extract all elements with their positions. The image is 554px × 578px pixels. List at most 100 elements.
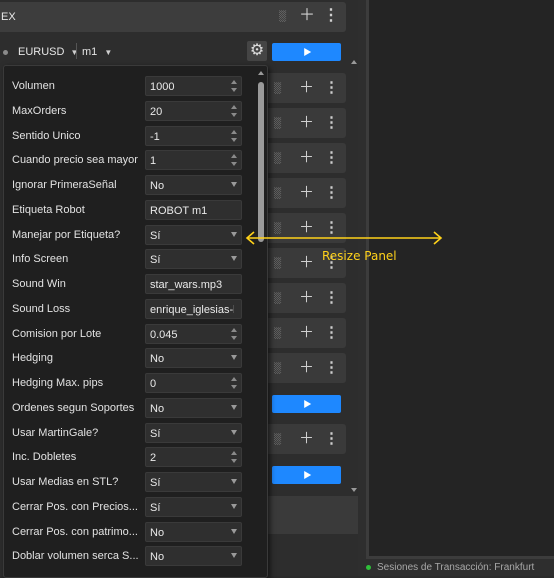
binoculars-icon[interactable]: ░ xyxy=(274,291,281,307)
timeframe-select[interactable]: m1 ▼ xyxy=(82,46,112,58)
spinner-icon[interactable] xyxy=(231,104,238,119)
binoculars-icon[interactable]: ░ xyxy=(274,256,281,272)
more-vertical-icon[interactable]: ⋮ xyxy=(324,80,339,96)
more-vertical-icon[interactable]: ⋮ xyxy=(324,290,339,306)
decrement-icon[interactable] xyxy=(231,162,237,167)
list-item[interactable]: ░ ＋ ⋮ xyxy=(266,283,346,313)
decrement-icon[interactable] xyxy=(231,385,237,389)
plus-icon[interactable]: ＋ xyxy=(299,80,314,96)
plus-icon[interactable]: ＋ xyxy=(299,150,314,166)
more-vertical-icon[interactable]: ⋮ xyxy=(323,8,339,24)
list-item[interactable]: ░ ＋ ⋮ xyxy=(266,424,346,454)
param-select[interactable]: No xyxy=(145,348,242,369)
increment-icon[interactable] xyxy=(231,154,237,159)
play-button[interactable] xyxy=(272,43,341,61)
param-input[interactable]: star_wars.mp3 xyxy=(145,274,242,294)
param-stepper[interactable]: 0 xyxy=(145,373,242,393)
param-select[interactable]: Sí xyxy=(145,496,242,517)
chevron-down-icon[interactable] xyxy=(231,182,237,187)
param-select[interactable]: Sí xyxy=(145,224,242,245)
chevron-down-icon[interactable] xyxy=(231,355,237,361)
increment-icon[interactable] xyxy=(231,104,237,109)
param-stepper[interactable]: 0.045 xyxy=(145,323,242,344)
decrement-icon[interactable] xyxy=(231,335,237,340)
chevron-down-icon[interactable] xyxy=(231,553,237,559)
more-vertical-icon[interactable]: ⋮ xyxy=(324,431,339,447)
plus-icon[interactable]: ＋ xyxy=(299,290,314,306)
binoculars-icon[interactable]: ░ xyxy=(274,9,290,25)
increment-icon[interactable] xyxy=(231,129,237,134)
chevron-down-icon[interactable] xyxy=(231,503,237,509)
plus-icon[interactable]: ＋ xyxy=(299,185,314,201)
param-input[interactable]: enrique_iglesias-ba xyxy=(145,298,242,319)
more-vertical-icon[interactable]: ⋮ xyxy=(324,150,339,166)
increment-icon[interactable] xyxy=(231,327,237,332)
list-scrollbar[interactable] xyxy=(350,60,358,492)
decrement-icon[interactable] xyxy=(231,459,237,464)
param-select[interactable]: Sí xyxy=(145,249,242,270)
list-item[interactable]: ░ ＋ ⋮ xyxy=(266,108,346,138)
param-stepper[interactable]: 1 xyxy=(145,150,242,171)
chevron-down-icon[interactable] xyxy=(231,528,237,534)
scroll-up-icon[interactable] xyxy=(351,60,357,64)
play-button[interactable] xyxy=(272,466,341,484)
binoculars-icon[interactable]: ░ xyxy=(274,326,281,342)
decrement-icon[interactable] xyxy=(231,137,237,142)
binoculars-icon[interactable]: ░ xyxy=(274,116,281,132)
plus-icon[interactable]: ＋ xyxy=(299,255,314,271)
plus-icon[interactable]: ＋ xyxy=(299,8,315,24)
settings-gear-icon[interactable]: ⚙ xyxy=(247,41,267,61)
binoculars-icon[interactable]: ░ xyxy=(274,361,281,377)
spinner-icon[interactable] xyxy=(231,79,238,94)
decrement-icon[interactable] xyxy=(231,112,237,117)
binoculars-icon[interactable]: ░ xyxy=(274,151,281,167)
increment-icon[interactable] xyxy=(231,451,237,456)
list-item[interactable]: ░ ＋ ⋮ xyxy=(266,73,346,103)
chevron-down-icon[interactable] xyxy=(231,404,237,410)
param-select[interactable]: No xyxy=(145,397,242,418)
more-vertical-icon[interactable]: ⋮ xyxy=(324,185,339,201)
spinner-icon[interactable] xyxy=(231,129,238,144)
param-stepper[interactable]: 20 xyxy=(145,100,242,121)
param-stepper[interactable]: 2 xyxy=(145,447,242,468)
plus-icon[interactable]: ＋ xyxy=(299,115,314,131)
param-select[interactable]: No xyxy=(145,521,242,542)
param-stepper[interactable]: 1000 xyxy=(145,76,242,96)
scroll-up-icon[interactable] xyxy=(258,71,264,75)
scroll-down-icon[interactable] xyxy=(351,488,357,492)
scroll-thumb[interactable] xyxy=(258,82,264,242)
spinner-icon[interactable] xyxy=(231,376,238,391)
chevron-down-icon[interactable] xyxy=(231,256,237,262)
increment-icon[interactable] xyxy=(231,377,237,381)
more-vertical-icon[interactable]: ⋮ xyxy=(324,360,339,376)
chevron-down-icon[interactable] xyxy=(231,479,237,484)
list-item[interactable]: ░ ＋ ⋮ xyxy=(266,178,346,208)
param-select[interactable]: Sí xyxy=(145,422,242,443)
more-vertical-icon[interactable]: ⋮ xyxy=(324,325,339,341)
plus-icon[interactable]: ＋ xyxy=(299,360,314,376)
list-item[interactable]: ░ ＋ ⋮ xyxy=(266,143,346,173)
binoculars-icon[interactable]: ░ xyxy=(274,81,281,97)
binoculars-icon[interactable]: ░ xyxy=(274,186,281,202)
more-vertical-icon[interactable]: ⋮ xyxy=(324,115,339,131)
chevron-down-icon[interactable] xyxy=(231,231,237,237)
chevron-down-icon[interactable] xyxy=(231,429,237,435)
param-select[interactable]: No xyxy=(145,175,242,195)
plus-icon[interactable]: ＋ xyxy=(299,325,314,341)
spinner-icon[interactable] xyxy=(231,153,238,168)
spinner-icon[interactable] xyxy=(231,450,238,465)
list-item[interactable]: ░ ＋ ⋮ xyxy=(266,353,346,383)
param-select[interactable]: No xyxy=(145,546,242,567)
plus-icon[interactable]: ＋ xyxy=(299,431,314,447)
param-input[interactable]: ROBOT m1 xyxy=(145,199,242,220)
param-select[interactable]: Sí xyxy=(145,472,242,492)
parameters-scrollbar[interactable] xyxy=(256,66,266,577)
symbol-select[interactable]: EURUSD ▼ xyxy=(18,46,78,58)
decrement-icon[interactable] xyxy=(231,88,237,92)
increment-icon[interactable] xyxy=(231,80,237,84)
play-button[interactable] xyxy=(272,395,341,413)
spinner-icon[interactable] xyxy=(231,327,238,342)
param-stepper[interactable]: -1 xyxy=(145,125,242,146)
binoculars-icon[interactable]: ░ xyxy=(274,432,281,448)
list-item[interactable]: ░ ＋ ⋮ xyxy=(266,318,346,348)
